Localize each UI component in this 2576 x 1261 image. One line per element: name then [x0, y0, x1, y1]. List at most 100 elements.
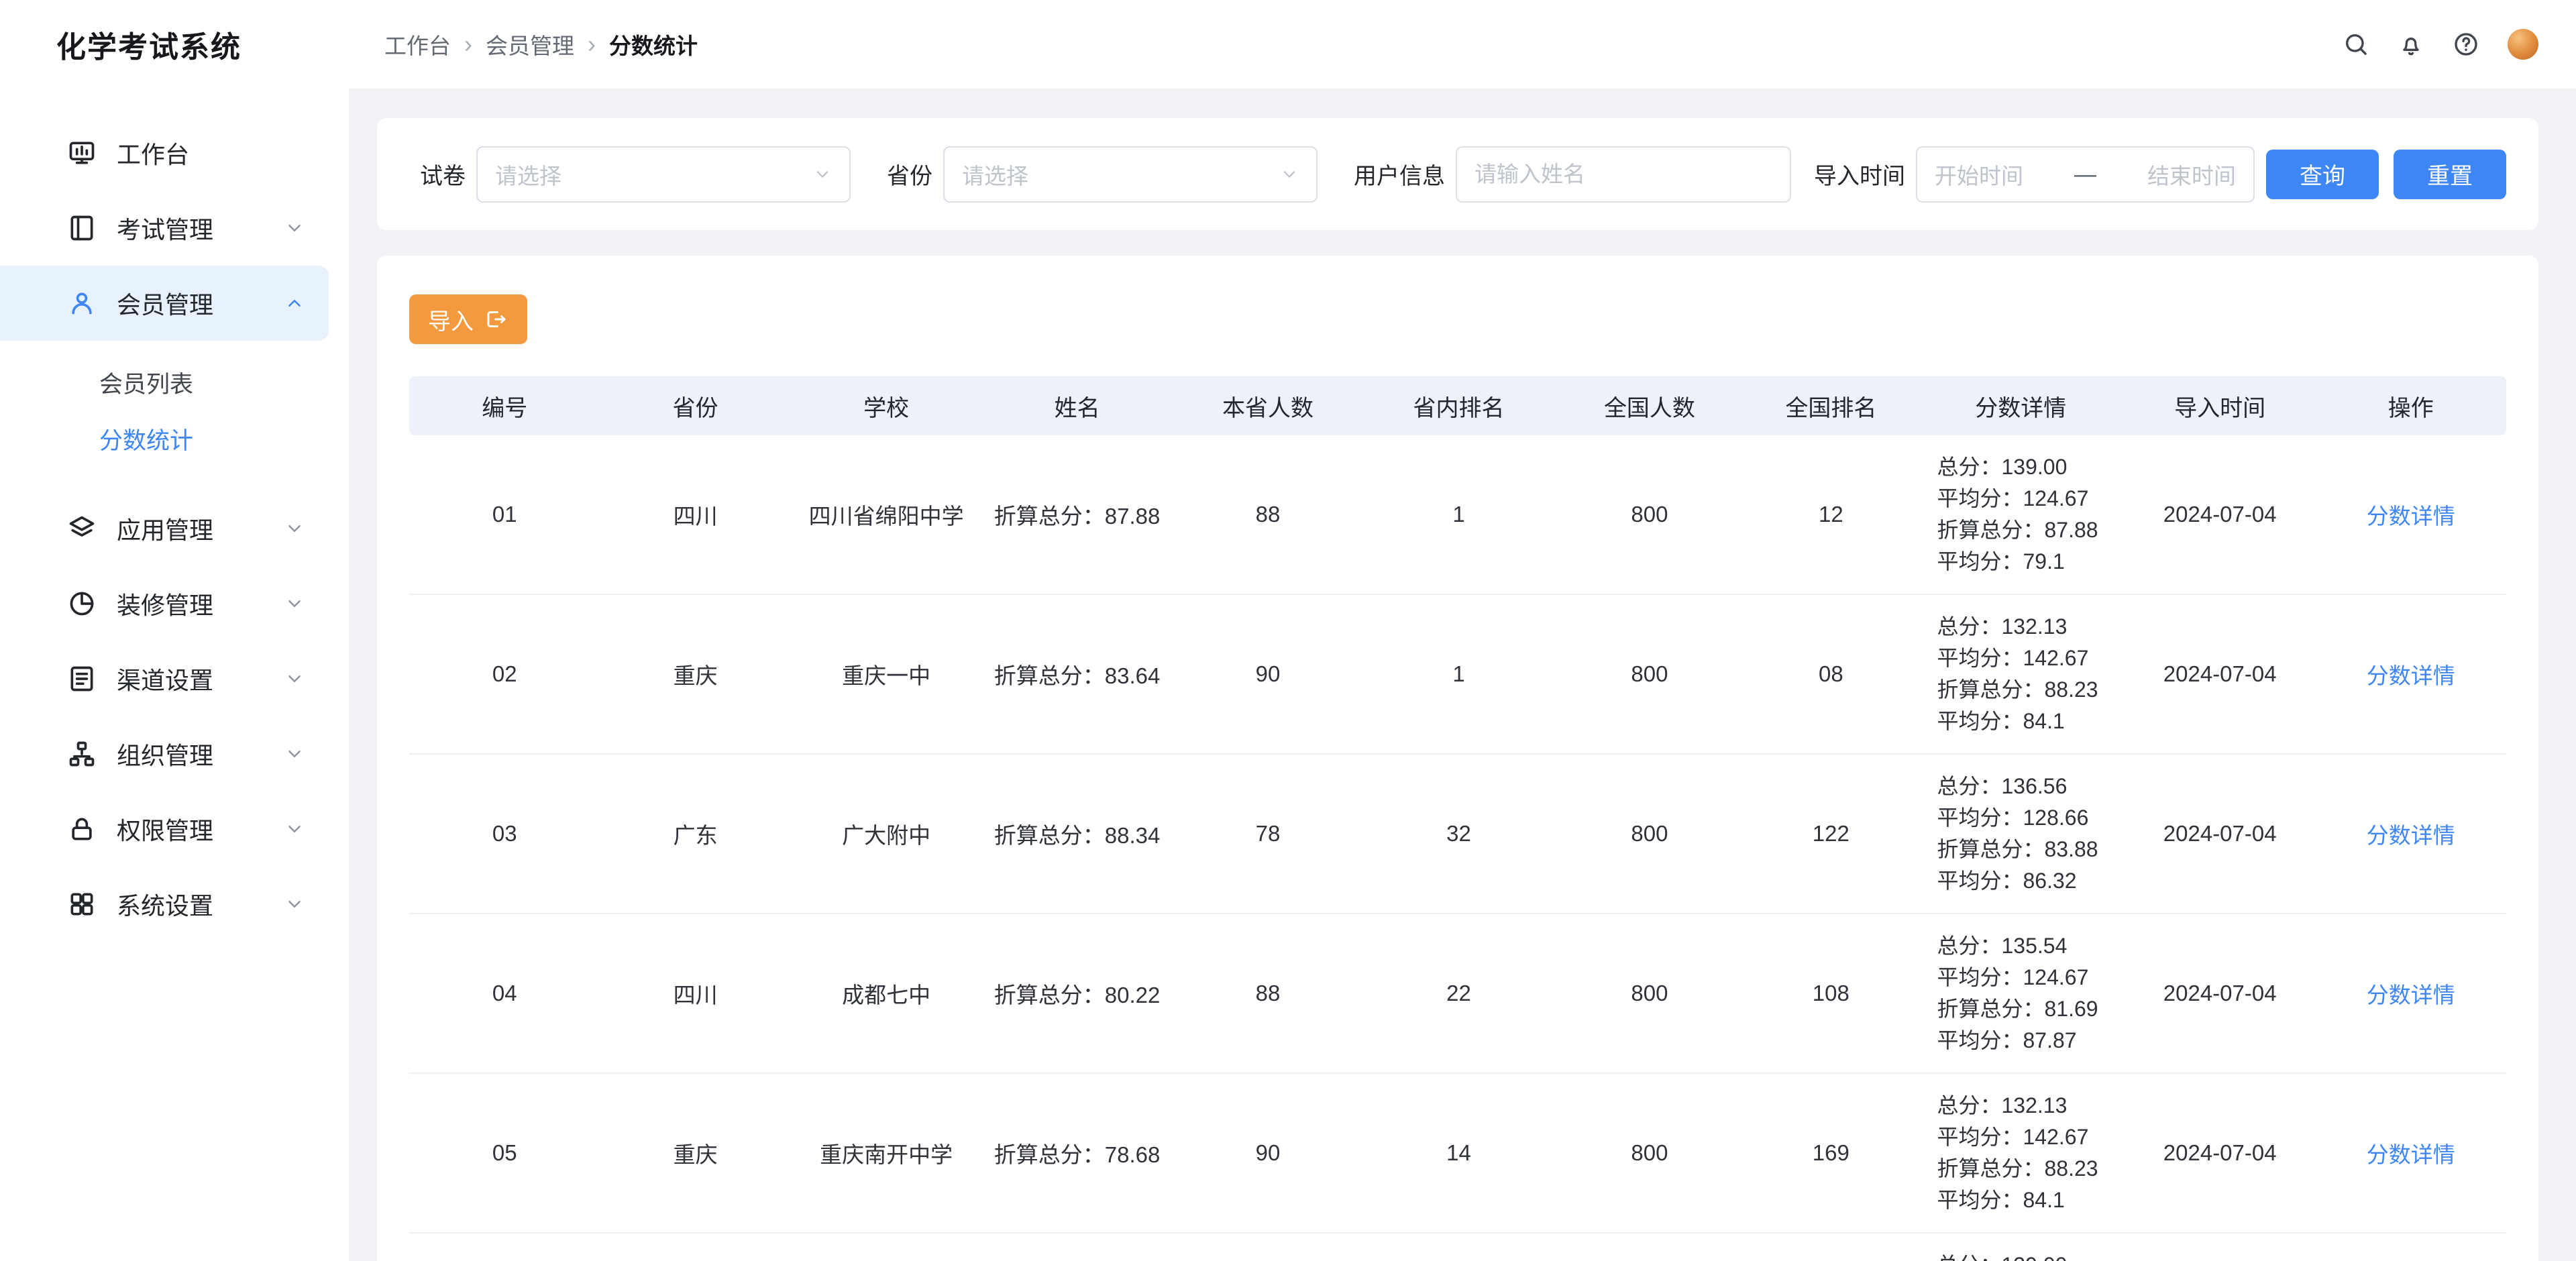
column-header: 省份 [600, 376, 790, 435]
table-row: 05 重庆 重庆南开中学 折算总分：78.68 90 14 800 169 总分… [409, 1073, 2506, 1233]
chevron-down-icon [284, 218, 305, 238]
detail-line: 折算总分：81.69 [1937, 993, 2118, 1025]
sidebar-item-permission-management[interactable]: 权限管理 [0, 791, 329, 867]
avatar[interactable] [2508, 29, 2538, 60]
sidebar-item-score-statistics[interactable]: 分数统计 [0, 410, 349, 467]
province-select-placeholder: 请选择 [962, 158, 1028, 190]
score-details-link[interactable]: 分数详情 [2367, 823, 2455, 848]
column-header: 省内排名 [1363, 376, 1554, 435]
date-range-picker[interactable]: 开始时间 — 结束时间 [1916, 146, 2255, 203]
detail-line: 平均分：142.67 [1937, 643, 2118, 674]
cell-province-rank: 1 [1363, 594, 1554, 754]
column-header: 全国排名 [1745, 376, 1917, 435]
sidebar-item-label: 会员管理 [117, 286, 213, 321]
name-input[interactable] [1456, 146, 1791, 203]
breadcrumb-member-management[interactable]: 会员管理 [486, 28, 574, 60]
reset-button[interactable]: 重置 [2394, 150, 2506, 199]
cell-action: 分数详情 [2315, 914, 2506, 1073]
score-details-link[interactable]: 分数详情 [2367, 983, 2455, 1007]
sidebar-item-exam-management[interactable]: 考试管理 [0, 190, 329, 266]
cell-number: 06 [409, 1233, 600, 1261]
cell-national-count: 800 [1554, 435, 1745, 594]
cell-import-time: 2024-07-04 [2125, 754, 2315, 914]
detail-line: 总分：139.00 [1937, 451, 2118, 483]
help-icon[interactable] [2453, 31, 2479, 58]
sidebar-item-member-management[interactable]: 会员管理 [0, 266, 329, 341]
cell-number: 03 [409, 754, 600, 914]
cell-number: 02 [409, 594, 600, 754]
detail-line: 折算总分：83.88 [1937, 834, 2118, 865]
search-icon[interactable] [2343, 31, 2369, 58]
sidebar-item-label: 会员列表 [99, 366, 193, 400]
topbar-actions [2343, 29, 2538, 60]
detail-line: 折算总分：88.23 [1937, 1153, 2118, 1185]
cell-score-details: 总分：135.54 平均分：124.67 折算总分：81.69 平均分：87.8… [1917, 914, 2125, 1073]
score-details-link[interactable]: 分数详情 [2367, 663, 2455, 688]
cell-number: 05 [409, 1073, 600, 1233]
app-root: 化学考试系统 工作台 考试管理 会 [0, 0, 2576, 1261]
apps-icon [67, 889, 97, 919]
cell-national-rank: 108 [1745, 914, 1917, 1073]
main-area: 工作台 › 会员管理 › 分数统计 [349, 0, 2576, 1261]
cell-province-rank: 22 [1363, 914, 1554, 1073]
cell-province: 四川 [600, 1233, 790, 1261]
chevron-down-icon [284, 669, 305, 689]
score-table: 编号 省份 学校 姓名 本省人数 省内排名 全国人数 全国排名 分数详情 导入时… [409, 376, 2506, 1261]
paper-select[interactable]: 请选择 [476, 146, 851, 203]
detail-line: 平均分：84.1 [1937, 706, 2118, 737]
cell-name: 折算总分：88.34 [981, 754, 1172, 914]
import-button[interactable]: 导入 [409, 294, 527, 344]
column-header: 全国人数 [1554, 376, 1745, 435]
sidebar-item-label: 应用管理 [117, 511, 213, 546]
sidebar-item-workbench[interactable]: 工作台 [0, 115, 329, 190]
score-details-link[interactable]: 分数详情 [2367, 1142, 2455, 1167]
cell-province-rank: 14 [1363, 1073, 1554, 1233]
user-info-filter-label: 用户信息 [1354, 158, 1445, 190]
table-row: 06 四川 四川省绵阳中学 折算总分：87.88 88 1 800 12 总分：… [409, 1233, 2506, 1261]
cell-number: 04 [409, 914, 600, 1073]
cell-school: 重庆一中 [791, 594, 981, 754]
date-range-separator: — [2074, 162, 2096, 187]
detail-line: 平均分：84.1 [1937, 1185, 2118, 1216]
chevron-down-icon [813, 165, 832, 184]
sidebar-item-member-list[interactable]: 会员列表 [0, 354, 349, 410]
import-time-filter-label: 导入时间 [1814, 158, 1905, 190]
sidebar-item-channel-settings[interactable]: 渠道设置 [0, 641, 329, 716]
column-header: 分数详情 [1917, 376, 2125, 435]
cell-national-rank: 169 [1745, 1073, 1917, 1233]
sidebar-item-decoration-management[interactable]: 装修管理 [0, 566, 329, 641]
score-details-link[interactable]: 分数详情 [2367, 504, 2455, 529]
cell-import-time: 2024-07-04 [2125, 594, 2315, 754]
cell-school: 四川省绵阳中学 [791, 1233, 981, 1261]
breadcrumb-separator: › [464, 32, 472, 56]
search-button[interactable]: 查询 [2266, 150, 2379, 199]
detail-line: 平均分：86.32 [1937, 865, 2118, 897]
cell-import-time: 2024-07-04 [2125, 435, 2315, 594]
table-row: 03 广东 广大附中 折算总分：88.34 78 32 800 122 总分：1… [409, 754, 2506, 914]
breadcrumb-workbench[interactable]: 工作台 [384, 28, 451, 60]
sidebar-item-system-settings[interactable]: 系统设置 [0, 867, 329, 942]
sidebar-item-label: 组织管理 [117, 736, 213, 771]
start-time-placeholder: 开始时间 [1935, 158, 2023, 190]
column-header: 姓名 [981, 376, 1172, 435]
cell-score-details: 总分：132.13 平均分：142.67 折算总分：88.23 平均分：84.1 [1917, 594, 2125, 754]
cell-name: 折算总分：83.64 [981, 594, 1172, 754]
bell-icon[interactable] [2398, 31, 2424, 58]
document-icon [67, 664, 97, 694]
province-select[interactable]: 请选择 [943, 146, 1318, 203]
breadcrumb-separator: › [588, 32, 596, 56]
table-row: 02 重庆 重庆一中 折算总分：83.64 90 1 800 08 总分：132… [409, 594, 2506, 754]
sidebar-item-label: 装修管理 [117, 586, 213, 621]
cell-province-count: 88 [1173, 914, 1363, 1073]
cell-name: 折算总分：78.68 [981, 1073, 1172, 1233]
sidebar-item-label: 系统设置 [117, 887, 213, 922]
sidebar-item-label: 权限管理 [117, 812, 213, 846]
sidebar-item-organization-management[interactable]: 组织管理 [0, 716, 329, 791]
detail-line: 平均分：124.67 [1937, 483, 2118, 514]
end-time-placeholder: 结束时间 [2147, 158, 2236, 190]
chevron-down-icon [1280, 165, 1299, 184]
detail-line: 总分：135.54 [1937, 930, 2118, 962]
sidebar-item-app-management[interactable]: 应用管理 [0, 491, 329, 566]
table-row: 04 四川 成都七中 折算总分：80.22 88 22 800 108 总分：1… [409, 914, 2506, 1073]
cell-name: 折算总分：87.88 [981, 435, 1172, 594]
